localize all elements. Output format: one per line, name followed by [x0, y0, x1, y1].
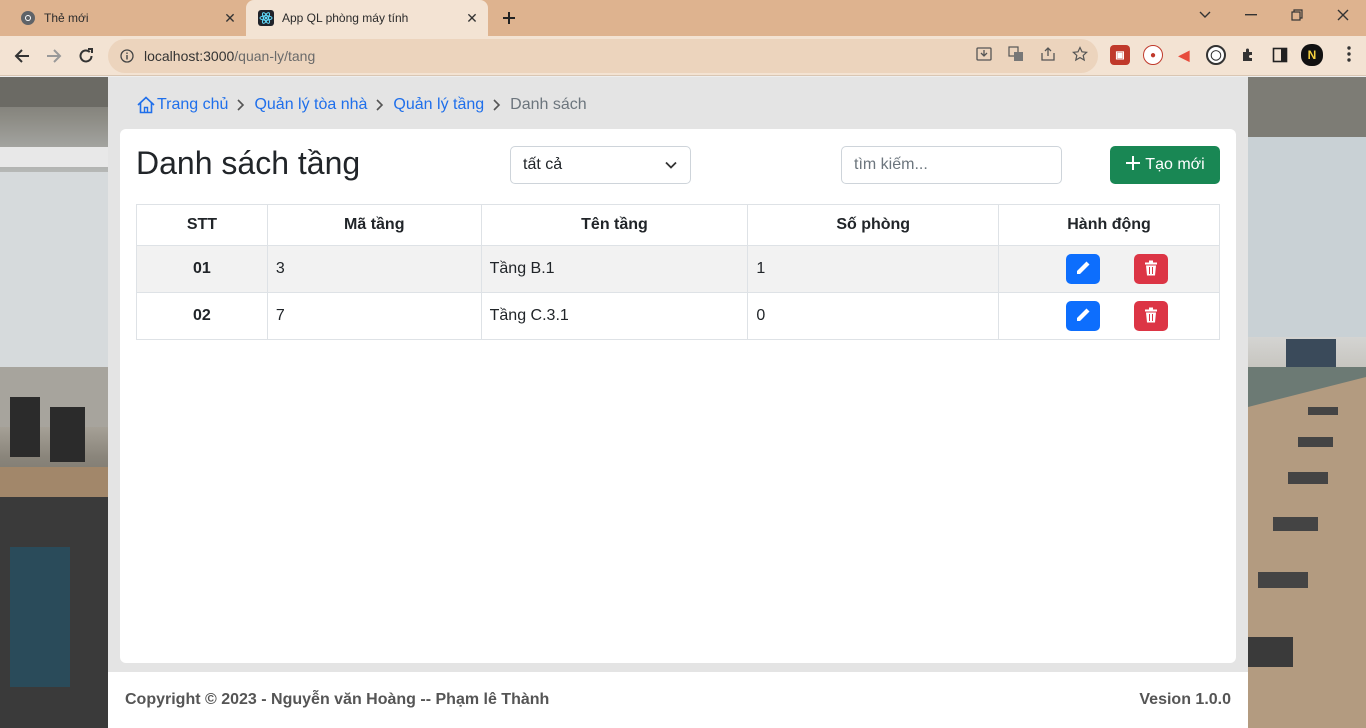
bookmark-star-icon[interactable]	[1071, 45, 1089, 63]
tab-search-icon[interactable]	[1182, 0, 1228, 30]
office-photo-right	[1248, 77, 1366, 728]
search-input[interactable]	[841, 146, 1062, 184]
extension-icon[interactable]: ▣	[1110, 45, 1130, 65]
trash-icon	[1144, 307, 1158, 326]
cell-rooms: 0	[747, 292, 1000, 340]
profile-avatar[interactable]: N	[1301, 44, 1323, 66]
main-content: Trang chủ Quản lý tòa nhà Quản lý tầng D…	[108, 77, 1248, 728]
cell-actions	[998, 245, 1220, 293]
cell-name: Tầng C.3.1	[480, 292, 749, 340]
pencil-icon	[1075, 260, 1091, 279]
floor-list-card: Danh sách tầng tất cả Tạo mới STT Mã	[120, 129, 1236, 663]
plus-icon	[1125, 153, 1141, 175]
edit-button[interactable]	[1066, 301, 1101, 331]
create-new-button[interactable]: Tạo mới	[1110, 146, 1220, 184]
address-bar[interactable]: localhost:3000/quan-ly/tang	[108, 39, 1098, 73]
chevron-right-icon	[375, 99, 385, 111]
install-icon[interactable]	[975, 45, 993, 63]
floor-table: STT Mã tầng Tên tầng Số phòng Hành động …	[136, 204, 1220, 340]
version-text: Vesion 1.0.0	[1139, 691, 1231, 708]
url-text: localhost:3000/quan-ly/tang	[144, 48, 315, 64]
close-window-icon[interactable]	[1320, 0, 1366, 30]
cell-stt: 02	[136, 292, 268, 340]
cell-name: Tầng B.1	[480, 245, 749, 293]
new-tab-button[interactable]	[496, 6, 522, 30]
puzzle-icon[interactable]	[1238, 45, 1258, 65]
cell-stt: 01	[136, 245, 268, 293]
reload-icon[interactable]	[72, 42, 100, 70]
table-header-row: STT Mã tầng Tên tầng Số phòng Hành động	[136, 204, 1220, 246]
tab-title: App QL phòng máy tính	[282, 11, 409, 25]
cell-code: 7	[266, 292, 482, 340]
forward-icon[interactable]	[40, 42, 68, 70]
building-filter-select[interactable]: tất cả	[510, 146, 691, 184]
back-icon[interactable]	[8, 42, 36, 70]
cell-actions	[998, 292, 1220, 340]
browser-toolbar: localhost:3000/quan-ly/tang ▣ ● ◀ ◯ N	[0, 36, 1366, 76]
column-header-rooms: Số phòng	[747, 204, 1000, 246]
create-new-label: Tạo mới	[1145, 156, 1205, 173]
column-header-code: Mã tầng	[266, 204, 482, 246]
table-row: 02 7 Tầng C.3.1 0	[136, 292, 1220, 340]
megaphone-icon[interactable]: ◀	[1174, 45, 1194, 65]
url-host: localhost:3000	[144, 48, 235, 64]
extension-icon[interactable]: ◯	[1206, 45, 1226, 65]
breadcrumb: Trang chủ Quản lý tòa nhà Quản lý tầng D…	[136, 93, 587, 117]
react-icon	[258, 10, 274, 26]
copyright-text: Copyright © 2023 - Nguyễn văn Hoàng -- P…	[125, 691, 550, 708]
share-icon[interactable]	[1039, 45, 1057, 63]
chevron-down-icon	[664, 158, 678, 177]
menu-icon[interactable]	[1340, 45, 1358, 63]
edit-button[interactable]	[1066, 254, 1101, 284]
tab-app[interactable]: App QL phòng máy tính ✕	[246, 0, 488, 36]
office-photo-left	[0, 77, 108, 728]
home-icon[interactable]	[136, 95, 156, 115]
extension-icon[interactable]: ●	[1143, 45, 1163, 65]
breadcrumb-home-link[interactable]: Trang chủ	[157, 96, 228, 114]
column-header-actions: Hành động	[998, 204, 1220, 246]
site-info-icon[interactable]	[110, 49, 144, 63]
delete-button[interactable]	[1134, 301, 1169, 331]
table-row: 01 3 Tầng B.1 1	[136, 245, 1220, 293]
pencil-icon	[1075, 307, 1091, 326]
filter-selected-value: tất cả	[523, 156, 563, 173]
chevron-right-icon	[492, 99, 502, 111]
breadcrumb-floor-link[interactable]: Quản lý tầng	[393, 96, 484, 114]
chrome-icon	[20, 10, 36, 26]
cell-rooms: 1	[747, 245, 1000, 293]
trash-icon	[1144, 260, 1158, 279]
url-path: /quan-ly/tang	[234, 48, 316, 64]
minimize-icon[interactable]	[1228, 0, 1274, 30]
delete-button[interactable]	[1134, 254, 1169, 284]
column-header-name: Tên tầng	[480, 204, 749, 246]
close-tab-icon[interactable]: ✕	[220, 8, 240, 28]
page-title: Danh sách tầng	[136, 145, 361, 181]
breadcrumb-current: Danh sách	[510, 96, 587, 113]
tab-title: Thẻ mới	[44, 11, 89, 25]
browser-tabstrip: Thẻ mới ✕ App QL phòng máy tính ✕	[0, 0, 1366, 36]
chevron-right-icon	[236, 99, 246, 111]
column-header-stt: STT	[136, 204, 268, 246]
page-footer: Copyright © 2023 - Nguyễn văn Hoàng -- P…	[108, 672, 1248, 728]
close-tab-icon[interactable]: ✕	[462, 8, 482, 28]
breadcrumb-building-link[interactable]: Quản lý tòa nhà	[254, 96, 367, 114]
cell-code: 3	[266, 245, 482, 293]
restore-icon[interactable]	[1274, 0, 1320, 30]
translate-icon[interactable]	[1007, 45, 1025, 63]
sidebar-icon[interactable]	[1270, 45, 1290, 65]
page-viewport: Trang chủ Quản lý tòa nhà Quản lý tầng D…	[0, 77, 1366, 728]
tab-new-tab[interactable]: Thẻ mới ✕	[8, 0, 246, 36]
